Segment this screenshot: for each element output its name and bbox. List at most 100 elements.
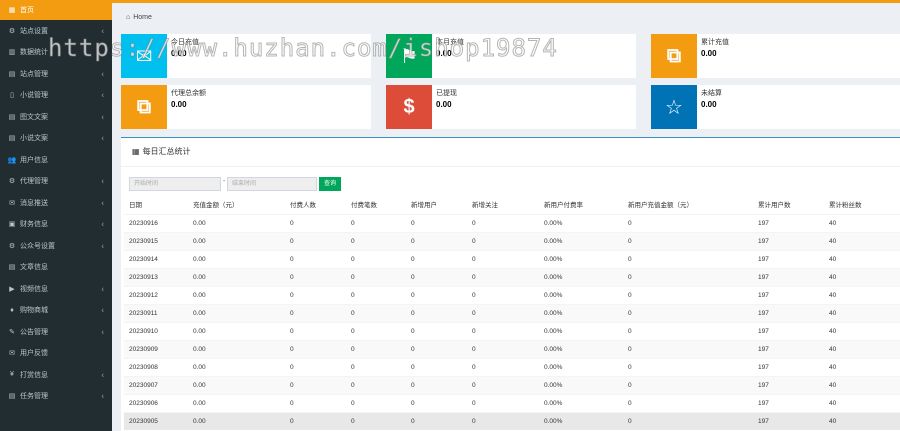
chevron-left-icon: ‹ xyxy=(101,241,104,251)
stat-info: 本月充值 0.00 xyxy=(432,34,464,78)
table-cell: 0.00% xyxy=(539,339,623,358)
sidebar-item-18[interactable]: ▤ 任务管理 ‹ xyxy=(0,386,112,408)
stat-value: 0.00 xyxy=(171,49,187,58)
sidebar-item-17[interactable]: ¥ 打赏信息 ‹ xyxy=(0,364,112,386)
table-cell: 20230911 xyxy=(124,303,188,322)
table-cell: 0.00% xyxy=(539,303,623,322)
stat-box: ⧉ 累计充值 0.00 xyxy=(651,34,900,78)
sidebar-item-12[interactable]: ▤ 文章信息 xyxy=(0,257,112,279)
table-cell: 0.00% xyxy=(539,411,623,430)
stat-value: 0.00 xyxy=(171,100,187,109)
sidebar-item-4[interactable]: ▯ 小说管理 ‹ xyxy=(0,85,112,107)
table-cell: 0 xyxy=(467,393,539,412)
table-cell: 0 xyxy=(406,375,467,394)
table-cell: 20230913 xyxy=(124,267,188,286)
table-cell: 0.00 xyxy=(188,231,285,250)
sidebar-item-label: 代理管理 xyxy=(20,178,48,186)
table-cell: 0.00 xyxy=(188,285,285,304)
chevron-left-icon: ‹ xyxy=(101,176,104,186)
query-button[interactable]: 查询 xyxy=(319,177,341,191)
table-cell: 0 xyxy=(623,357,753,376)
sidebar-item-9[interactable]: ✉ 消息推送 ‹ xyxy=(0,192,112,214)
sidebar-item-6[interactable]: ▤ 小说文案 ‹ xyxy=(0,128,112,150)
sidebar-item-10[interactable]: ▣ 财务信息 ‹ xyxy=(0,214,112,236)
table-cell: 0 xyxy=(406,357,467,376)
column-header: 新增关注 xyxy=(467,195,539,215)
sidebar-item-8[interactable]: ⚙ 代理管理 ‹ xyxy=(0,171,112,193)
table-cell: 0 xyxy=(346,303,406,322)
table-cell: 197 xyxy=(753,411,824,430)
table-cell: 40 xyxy=(824,267,900,286)
sidebar-item-2[interactable]: ▥ 数据统计 xyxy=(0,42,112,64)
home-icon[interactable]: ⌂ xyxy=(126,14,130,21)
table-cell: 0.00 xyxy=(188,321,285,340)
table-cell: 20230912 xyxy=(124,285,188,304)
table-cell: 0 xyxy=(623,321,753,340)
gears-icon: ⚙ xyxy=(8,178,16,186)
sidebar-item-15[interactable]: ✎ 公告管理 ‹ xyxy=(0,321,112,343)
table-cell: 0 xyxy=(406,285,467,304)
breadcrumb-home[interactable]: Home xyxy=(133,14,152,21)
table-cell: 0 xyxy=(623,303,753,322)
sidebar-item-1[interactable]: ⚙ 站点设置 ‹ xyxy=(0,20,112,42)
sidebar-item-7[interactable]: 👥 用户信息 xyxy=(0,149,112,171)
envelope-icon: ✉ xyxy=(121,34,167,78)
dashboard-icon: ▦ xyxy=(8,7,16,14)
table-row: 20230905 0.00 0 0 0 0 0.00% 0 197 40 xyxy=(124,411,900,430)
daily-stats-table: 日期 充值金额（元） 付费人数 付费笔数 新增用户 新增关注 新用户付费率 新用户充值金额（元… xyxy=(124,195,900,430)
column-header: 累计粉丝数 xyxy=(824,195,900,215)
table-cell: 0 xyxy=(285,249,346,268)
column-header: 付费人数 xyxy=(285,195,346,215)
flag-icon: ⚑ xyxy=(386,34,432,78)
table-cell: 40 xyxy=(824,213,900,232)
table-header-row: 日期 充值金额（元） 付费人数 付费笔数 新增用户 新增关注 新用户付费率 新用户充值金额（元… xyxy=(124,195,900,215)
sidebar-item-14[interactable]: ♦ 购物商城 ‹ xyxy=(0,300,112,322)
sidebar-item-0[interactable]: ▦ 首页 xyxy=(0,0,112,20)
table-cell: 40 xyxy=(824,303,900,322)
table-cell: 0.00 xyxy=(188,357,285,376)
sidebar-item-5[interactable]: ▤ 图文文案 ‹ xyxy=(0,106,112,128)
table-cell: 0.00% xyxy=(539,231,623,250)
chevron-left-icon: ‹ xyxy=(101,90,104,100)
stat-info: 未结算 0.00 xyxy=(697,85,722,129)
stat-value: 0.00 xyxy=(436,100,452,109)
start-date-input[interactable]: 开始时间 xyxy=(129,177,221,191)
table-cell: 0 xyxy=(467,213,539,232)
sidebar-item-3[interactable]: ▤ 站点管理 ‹ xyxy=(0,63,112,85)
tasks-icon: ▤ xyxy=(8,393,16,401)
table-cell: 0 xyxy=(623,285,753,304)
sidebar-item-label: 财务信息 xyxy=(20,221,48,229)
table-cell: 0 xyxy=(285,285,346,304)
table-cell: 20230915 xyxy=(124,231,188,250)
column-header: 充值金额（元） xyxy=(188,195,285,215)
table-cell: 40 xyxy=(824,411,900,430)
end-date-input[interactable]: 结束时间 xyxy=(227,177,317,191)
stat-label: 累计充值 xyxy=(701,39,729,46)
sidebar-item-13[interactable]: ▶ 视频信息 ‹ xyxy=(0,278,112,300)
sidebar-item-16[interactable]: ✉ 用户反馈 xyxy=(0,343,112,365)
column-header: 新用户充值金额（元） xyxy=(623,195,753,215)
sidebar-item-11[interactable]: ⚙ 公众号设置 ‹ xyxy=(0,235,112,257)
table-cell: 0 xyxy=(406,249,467,268)
table-cell: 0 xyxy=(623,213,753,232)
stat-label: 已提现 xyxy=(436,90,457,97)
table-cell: 0 xyxy=(346,339,406,358)
chat-icon: ✉ xyxy=(9,199,15,207)
sidebar-item-label: 用户反馈 xyxy=(20,350,48,358)
stat-box: ☆ 未结算 0.00 xyxy=(651,85,900,129)
table-cell: 0.00 xyxy=(188,411,285,430)
table-cell: 197 xyxy=(753,231,824,250)
table-row: 20230912 0.00 0 0 0 0 0.00% 0 197 40 xyxy=(124,285,900,304)
table-cell: 0.00% xyxy=(539,357,623,376)
table-cell: 197 xyxy=(753,303,824,322)
users-icon: 👥 xyxy=(7,156,17,164)
stat-label: 今日充值 xyxy=(171,39,199,46)
table-cell: 0 xyxy=(467,249,539,268)
table-cell: 0 xyxy=(346,285,406,304)
sidebar-item-label: 文章信息 xyxy=(20,264,48,272)
table-cell: 0 xyxy=(467,339,539,358)
table-cell: 197 xyxy=(753,321,824,340)
yen-icon: ¥ xyxy=(10,371,14,379)
sidebar-item-label: 视频信息 xyxy=(20,285,48,293)
stat-box: ⧉ 代理总余额 0.00 xyxy=(121,85,371,129)
